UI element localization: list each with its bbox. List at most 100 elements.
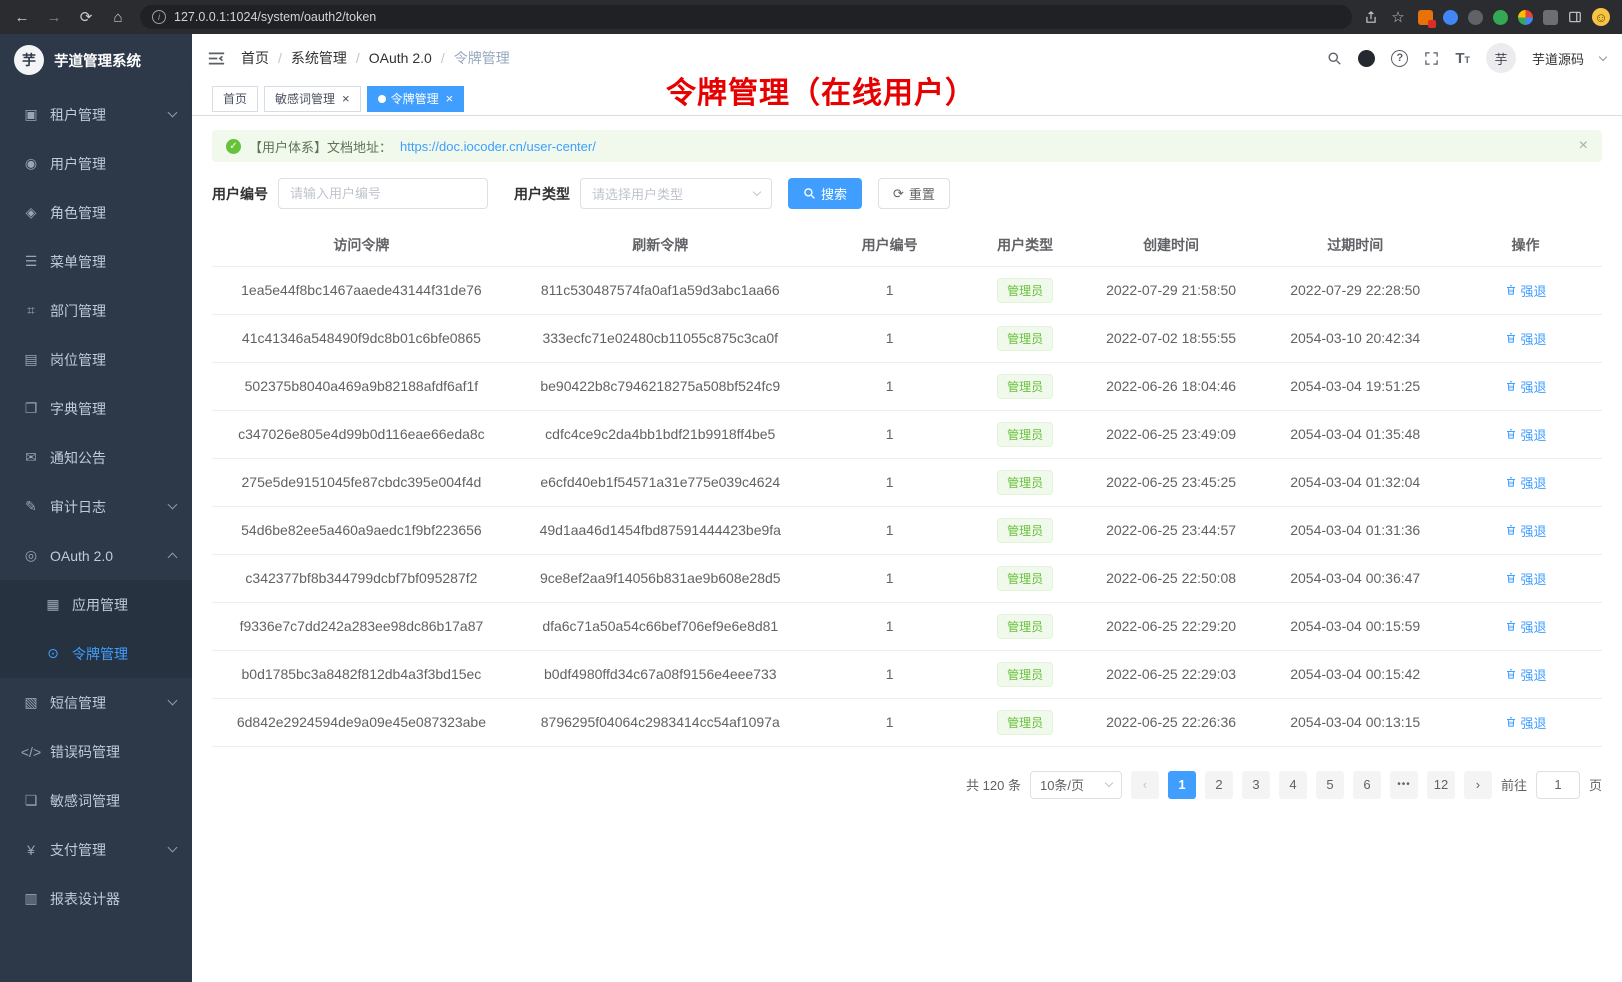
profile-avatar-icon[interactable]: ☺ <box>1592 8 1610 26</box>
search-icon[interactable] <box>1327 51 1342 66</box>
search-button[interactable]: 搜索 <box>788 178 862 209</box>
browser-toolbar-icons: ☆ ☺ <box>1364 8 1610 26</box>
extension-icon[interactable] <box>1493 10 1508 25</box>
force-logout-button[interactable]: 强退 <box>1505 377 1547 396</box>
breadcrumb-item[interactable]: OAuth 2.0 <box>369 50 432 66</box>
close-icon[interactable]: × <box>342 92 350 105</box>
sidebar-item-菜单管理[interactable]: ☰菜单管理 <box>0 237 192 286</box>
refresh-icon: ⟳ <box>893 187 904 200</box>
column-header: 操作 <box>1449 225 1602 266</box>
extension-icon[interactable] <box>1518 10 1533 25</box>
extension-icon[interactable] <box>1443 10 1458 25</box>
oauth-icon: ◎ <box>20 547 42 564</box>
dept-icon: ⌗ <box>20 302 42 319</box>
table-row: b0d1785bc3a8482f812db4a3f3bd15ecb0df4980… <box>212 650 1602 698</box>
success-check-icon: ✓ <box>226 139 241 154</box>
sidebar-item-敏感词管理[interactable]: ❏敏感词管理 <box>0 776 192 825</box>
sidebar-item-岗位管理[interactable]: ▤岗位管理 <box>0 335 192 384</box>
font-size-icon[interactable]: TT <box>1455 50 1470 67</box>
github-icon[interactable] <box>1358 50 1375 67</box>
sidebar-item-通知公告[interactable]: ✉通知公告 <box>0 433 192 482</box>
force-logout-button[interactable]: 强退 <box>1505 281 1547 300</box>
forward-icon[interactable]: → <box>44 10 64 25</box>
breadcrumb-item[interactable]: 首页 <box>241 48 269 68</box>
sidebar-toggle-icon[interactable] <box>208 51 225 66</box>
side-panel-icon[interactable] <box>1568 10 1582 24</box>
doc-link[interactable]: https://doc.iocoder.cn/user-center/ <box>400 139 596 154</box>
prev-page-button[interactable]: ‹ <box>1131 771 1159 799</box>
page-button-5[interactable]: 5 <box>1316 771 1344 799</box>
refresh-token-cell: 333ecfc71e02480cb11055c875c3ca0f <box>511 314 810 362</box>
alert-close-icon[interactable]: × <box>1579 137 1588 155</box>
bookmark-star-icon[interactable]: ☆ <box>1388 10 1408 25</box>
sidebar-item-报表设计器[interactable]: ▥报表设计器 <box>0 874 192 923</box>
sidebar-item-审计日志[interactable]: ✎审计日志 <box>0 482 192 531</box>
tab-首页[interactable]: 首页 <box>212 86 258 112</box>
page-size-select[interactable]: 10条/页 <box>1030 771 1122 799</box>
sidebar-item-租户管理[interactable]: ▣租户管理 <box>0 90 192 139</box>
share-icon[interactable] <box>1364 10 1378 25</box>
force-logout-button[interactable]: 强退 <box>1505 569 1547 588</box>
sidebar-item-用户管理[interactable]: ◉用户管理 <box>0 139 192 188</box>
sidebar-item-OAuth 2.0[interactable]: ◎OAuth 2.0 <box>0 531 192 580</box>
close-icon[interactable]: × <box>446 92 454 105</box>
home-icon[interactable]: ⌂ <box>108 10 128 25</box>
force-logout-button[interactable]: 强退 <box>1505 665 1547 684</box>
url-bar[interactable]: i 127.0.0.1:1024/system/oauth2/token <box>140 5 1352 29</box>
sidebar-item-错误码管理[interactable]: </>错误码管理 <box>0 727 192 776</box>
breadcrumb-item[interactable]: 系统管理 <box>291 48 347 68</box>
page-button-12[interactable]: 12 <box>1427 771 1455 799</box>
refresh-icon[interactable]: ⟳ <box>76 10 96 25</box>
next-page-button[interactable]: › <box>1464 771 1492 799</box>
page-button-3[interactable]: 3 <box>1242 771 1270 799</box>
force-logout-label: 强退 <box>1521 665 1547 684</box>
column-header: 访问令牌 <box>212 225 511 266</box>
page-button-6[interactable]: 6 <box>1353 771 1381 799</box>
sidebar-item-支付管理[interactable]: ¥支付管理 <box>0 825 192 874</box>
force-logout-button[interactable]: 强退 <box>1505 473 1547 492</box>
page-button-2[interactable]: 2 <box>1205 771 1233 799</box>
help-icon[interactable]: ? <box>1391 50 1408 67</box>
force-logout-button[interactable]: 强退 <box>1505 425 1547 444</box>
fullscreen-icon[interactable] <box>1424 51 1439 66</box>
sidebar-item-部门管理[interactable]: ⌗部门管理 <box>0 286 192 335</box>
user-type-cell: 管理员 <box>970 410 1081 458</box>
user-id-cell: 1 <box>810 554 970 602</box>
chevron-down-icon <box>1105 779 1113 787</box>
sidebar-item-角色管理[interactable]: ◈角色管理 <box>0 188 192 237</box>
user-id-input[interactable] <box>278 178 488 209</box>
tab-label: 令牌管理 <box>391 90 439 107</box>
sidebar-item-字典管理[interactable]: ❐字典管理 <box>0 384 192 433</box>
expire-time-cell: 2054-03-04 01:35:48 <box>1261 410 1449 458</box>
back-icon[interactable]: ← <box>12 10 32 25</box>
user-type-select[interactable]: 请选择用户类型 <box>580 178 772 209</box>
user-id-cell: 1 <box>810 266 970 314</box>
access-token-cell: f9336e7c7dd242a283ee98dc86b17a87 <box>212 602 511 650</box>
expire-time-cell: 2022-07-29 22:28:50 <box>1261 266 1449 314</box>
sidebar-item-短信管理[interactable]: ▧短信管理 <box>0 678 192 727</box>
extension-icon[interactable] <box>1418 10 1433 25</box>
puzzle-icon[interactable] <box>1543 10 1558 25</box>
page-button-4[interactable]: 4 <box>1279 771 1307 799</box>
extension-icon[interactable] <box>1468 10 1483 25</box>
more-pages-button[interactable]: ••• <box>1390 771 1418 799</box>
force-logout-button[interactable]: 强退 <box>1505 329 1547 348</box>
tab-令牌管理[interactable]: 令牌管理 × <box>367 86 465 112</box>
sidebar-item-应用管理[interactable]: ▦应用管理 <box>0 580 192 629</box>
refresh-token-cell: cdfc4ce9c2da4bb1bdf21b9918ff4be5 <box>511 410 810 458</box>
page-button-1[interactable]: 1 <box>1168 771 1196 799</box>
sms-icon: ▧ <box>20 694 42 711</box>
expire-time-cell: 2054-03-04 01:32:04 <box>1261 458 1449 506</box>
info-icon[interactable]: i <box>152 10 166 24</box>
user-type-badge: 管理员 <box>997 374 1053 399</box>
chevron-down-icon <box>168 843 178 853</box>
force-logout-button[interactable]: 强退 <box>1505 617 1547 636</box>
force-logout-button[interactable]: 强退 <box>1505 521 1547 540</box>
sidebar-item-令牌管理[interactable]: ⊙令牌管理 <box>0 629 192 678</box>
goto-page-input[interactable] <box>1536 771 1580 799</box>
user-avatar[interactable]: 芋 <box>1486 43 1516 73</box>
reset-button[interactable]: ⟳ 重置 <box>878 178 950 209</box>
chevron-down-icon[interactable] <box>1599 52 1607 60</box>
tab-敏感词管理[interactable]: 敏感词管理× <box>264 86 361 112</box>
force-logout-button[interactable]: 强退 <box>1505 713 1547 732</box>
